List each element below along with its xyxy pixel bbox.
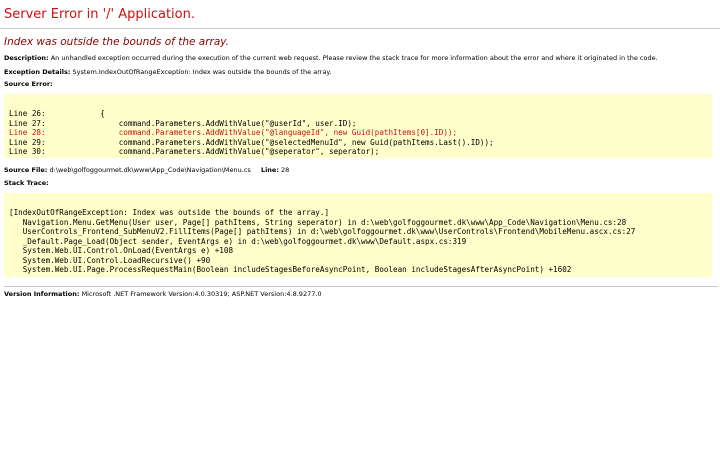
source-error-label: Source Error:: [4, 80, 53, 88]
source-file-label: Source File:: [4, 166, 48, 174]
source-error-code-block: Line 26: { Line 27: command.Parameters.A…: [4, 94, 712, 158]
exception-details-label: Exception Details:: [4, 68, 71, 76]
source-line-28-highlighted: Line 28: command.Parameters.AddWithValue…: [9, 128, 458, 137]
stack-trace-row: Stack Trace:: [4, 179, 49, 187]
error-message: Index was outside the bounds of the arra…: [4, 36, 230, 48]
stack-trace-label: Stack Trace:: [4, 179, 49, 187]
source-line-label: Line:: [260, 166, 279, 174]
stack-trace-line: UserControls_Frontend_SubMenuV2.FillItem…: [9, 227, 636, 236]
source-line-30: Line 30: command.Parameters.AddWithValue…: [9, 147, 380, 156]
error-page: Server Error in '/' Application. Index w…: [0, 0, 720, 450]
exception-details-text: System.IndexOutOfRangeException: Index w…: [72, 68, 332, 76]
source-line-number: 28: [281, 166, 290, 174]
stack-trace-line: Navigation.Menu.GetMenu(User user, Page[…: [9, 217, 627, 227]
page-title: Server Error in '/' Application.: [4, 7, 195, 22]
source-line-26: Line 26: {: [9, 109, 106, 118]
title-divider: [0, 28, 720, 29]
stack-trace-line: System.Web.UI.Control.LoadRecursive() +9…: [9, 255, 211, 265]
stack-trace-line: [IndexOutOfRangeException: Index was out…: [9, 208, 330, 217]
stack-trace-code-block: [IndexOutOfRangeException: Index was out…: [4, 193, 712, 277]
description-label: Description:: [4, 54, 49, 62]
stack-trace-line: System.Web.UI.Page.ProcessRequestMain(Bo…: [9, 265, 572, 274]
stack-trace-line: _Default.Page_Load(Object sender, EventA…: [9, 236, 467, 246]
source-error-row: Source Error:: [4, 80, 53, 88]
version-info-label: Version Information:: [4, 290, 80, 298]
stack-trace-line: System.Web.UI.Control.OnLoad(EventArgs e…: [9, 246, 234, 255]
source-file-path: d:\web\golfoggourmet.dk\www\App_Code\Nav…: [49, 166, 251, 174]
source-file-row: Source File: d:\web\golfoggourmet.dk\www…: [4, 166, 289, 174]
exception-details-row: Exception Details: System.IndexOutOfRang…: [4, 68, 331, 76]
footer-divider: [4, 286, 718, 287]
source-line-29: Line 29: command.Parameters.AddWithValue…: [9, 137, 494, 147]
source-line-27: Line 27: command.Parameters.AddWithValue…: [9, 118, 357, 128]
description-text: An unhandled exception occurred during t…: [50, 54, 658, 62]
version-info-row: Version Information: Microsoft .NET Fram…: [4, 290, 322, 298]
version-info-text: Microsoft .NET Framework Version:4.0.303…: [81, 290, 322, 298]
description-row: Description: An unhandled exception occu…: [4, 54, 658, 62]
